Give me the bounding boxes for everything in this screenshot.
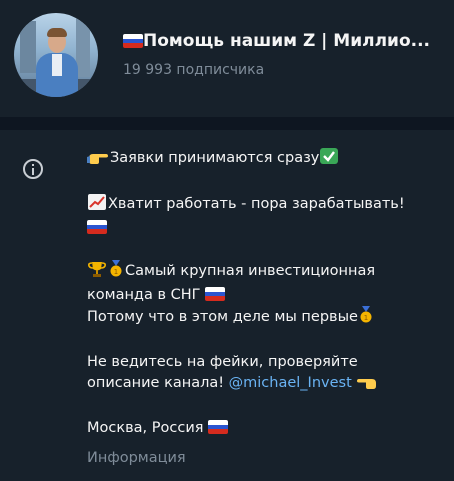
avatar-person-hair	[47, 28, 67, 37]
trophy-icon	[87, 260, 107, 285]
section-divider	[0, 117, 454, 130]
description-line: Москва, Россия	[87, 418, 437, 439]
channel-info-section: Заявки принимаются сразу Хватит работать…	[0, 130, 454, 481]
flag-russia-icon	[123, 34, 143, 48]
description-line	[87, 218, 437, 239]
channel-description: Заявки принимаются сразу Хватит работать…	[87, 147, 437, 439]
avatar-person-shirt	[52, 54, 62, 76]
description-line: команда в СНГ	[87, 285, 437, 306]
description-line: 1 Самый крупная инвестиционная	[87, 260, 437, 285]
channel-header: Помощь нашим Z | Миллио... 19 993 подпис…	[0, 0, 454, 130]
channel-title: Помощь нашим Z | Миллио...	[123, 31, 441, 51]
channel-link[interactable]: @michael_Invest	[229, 375, 352, 391]
description-line: Не ведитесь на фейки, проверяйте	[87, 354, 358, 370]
check-mark-icon	[319, 147, 339, 172]
description-line: Хватит работать - пора зарабатывать!	[87, 193, 437, 218]
flag-russia-icon	[208, 420, 229, 434]
flag-russia-icon	[205, 287, 226, 301]
svg-text:1: 1	[364, 314, 368, 322]
avatar-building	[76, 17, 90, 77]
avatar-building	[20, 21, 36, 73]
gold-medal-icon: 1	[108, 260, 124, 285]
subscriber-count: 19 993 подписчика	[123, 62, 265, 78]
flag-russia-icon	[87, 220, 107, 234]
pointing-left-hand-icon	[356, 374, 378, 397]
description-line: Потому что в этом деле мы первые 1	[87, 306, 437, 331]
svg-text:1: 1	[114, 268, 118, 276]
description-line: описание канала! @michael_Invest	[87, 373, 437, 397]
pointing-hand-icon	[87, 149, 109, 172]
info-label: Информация	[87, 450, 186, 466]
gold-medal-icon: 1	[358, 306, 374, 331]
info-icon	[23, 159, 43, 179]
chart-increasing-icon	[87, 193, 107, 218]
description-line: Заявки принимаются сразу	[87, 147, 437, 172]
channel-title-text: Помощь нашим Z | Миллио...	[143, 31, 431, 51]
channel-avatar[interactable]	[14, 13, 98, 97]
